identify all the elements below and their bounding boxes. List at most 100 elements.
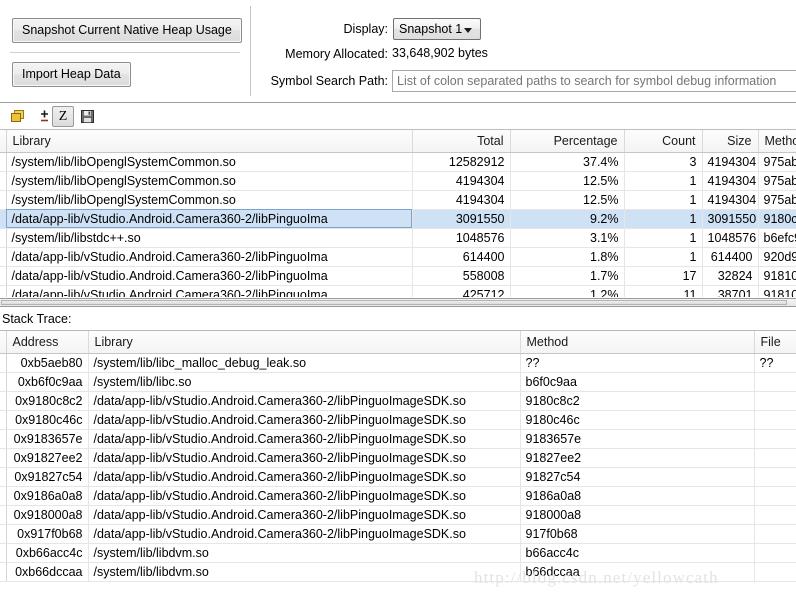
heap-cell-count: 1 [624, 209, 703, 229]
heap-cell-library: /data/app-lib/vStudio.Android.Camera360-… [6, 285, 413, 297]
table-row[interactable]: /data/app-lib/vStudio.Android.Camera360-… [0, 285, 796, 297]
heap-col-total[interactable]: Total [412, 130, 511, 153]
stack-cell-library: /data/app-lib/vStudio.Android.Camera360-… [88, 391, 521, 411]
heap-col-size[interactable]: Size [702, 130, 759, 153]
stack-cell-file [754, 524, 796, 544]
heap-cell-total: 425712 [412, 285, 511, 297]
symbol-search-path-input[interactable] [392, 70, 796, 92]
table-row[interactable]: 0x9180c46c/data/app-lib/vStudio.Android.… [0, 410, 796, 430]
stack-col-address[interactable]: Address [6, 331, 89, 354]
display-label: Display: [343, 22, 388, 36]
copy-icon[interactable] [7, 106, 29, 127]
stack-cell-file [754, 543, 796, 563]
heap-usage-table: Library Total Percentage Count Size Meth… [0, 130, 796, 297]
table-row[interactable]: /system/lib/libOpenglSystemCommon.so 1258… [0, 152, 796, 172]
table-row[interactable]: /data/app-lib/vStudio.Android.Camera360-… [0, 209, 796, 229]
heap-cell-total: 1048576 [412, 228, 511, 248]
stack-cell-library: /data/app-lib/vStudio.Android.Camera360-… [88, 429, 521, 449]
heap-cell-percentage: 12.5% [510, 171, 625, 191]
stack-cell-address: 0x9180c46c [6, 410, 89, 430]
heap-cell-library: /system/lib/libOpenglSystemCommon.so [6, 152, 413, 172]
heap-cell-count: 17 [624, 266, 703, 286]
stack-cell-library: /data/app-lib/vStudio.Android.Camera360-… [88, 467, 521, 487]
stack-cell-file [754, 562, 796, 582]
stack-cell-address: 0xb5aeb80 [6, 353, 89, 373]
table-row[interactable]: 0xb66acc4c/system/lib/libdvm.so b66acc4c [0, 543, 796, 563]
stack-trace-table-container[interactable]: Address Library Method File 0xb5aeb80/sy… [0, 330, 796, 598]
table-row[interactable]: 0x91827ee2/data/app-lib/vStudio.Android.… [0, 448, 796, 468]
stack-cell-address: 0x9186a0a8 [6, 486, 89, 506]
scrollbar-thumb[interactable] [1, 300, 787, 305]
table-row[interactable]: 0x9186a0a8/data/app-lib/vStudio.Android.… [0, 486, 796, 506]
table-row[interactable]: 0x91827c54/data/app-lib/vStudio.Android.… [0, 467, 796, 487]
heap-col-method[interactable]: Method [758, 130, 796, 153]
stack-cell-file [754, 391, 796, 411]
stack-cell-method: b66acc4c [520, 543, 755, 563]
heap-usage-table-container[interactable]: Library Total Percentage Count Size Meth… [0, 130, 796, 298]
table-row[interactable]: 0x918000a8/data/app-lib/vStudio.Android.… [0, 505, 796, 525]
heap-cell-size: 4194304 [702, 171, 759, 191]
heap-cell-percentage: 37.4% [510, 152, 625, 172]
heap-cell-size: 4194304 [702, 190, 759, 210]
table-row[interactable]: 0xb6f0c9aa/system/lib/libc.so b6f0c9aa [0, 372, 796, 392]
table-row[interactable]: 0x9183657e/data/app-lib/vStudio.Android.… [0, 429, 796, 449]
stack-cell-method: b6f0c9aa [520, 372, 755, 392]
heap-cell-library: /data/app-lib/vStudio.Android.Camera360-… [6, 266, 413, 286]
zygote-toggle-icon[interactable]: Z [52, 106, 74, 127]
control-panel: Snapshot Current Native Heap Usage Impor… [0, 0, 796, 103]
heap-cell-percentage: 1.8% [510, 247, 625, 267]
table-row[interactable]: /system/lib/libstdc++.so 1048576 3.1% 1 1048… [0, 228, 796, 248]
table-row[interactable]: 0xb5aeb80/system/lib/libc_malloc_debug_l… [0, 353, 796, 373]
heap-cell-percentage: 3.1% [510, 228, 625, 248]
heap-cell-count: 1 [624, 247, 703, 267]
stack-trace-section-label: Stack Trace: [2, 312, 72, 326]
stack-cell-file [754, 486, 796, 506]
heap-col-percentage[interactable]: Percentage [510, 130, 625, 153]
stack-col-file[interactable]: File [754, 331, 796, 354]
table-row[interactable]: 0x917f0b68/data/app-lib/vStudio.Android.… [0, 524, 796, 544]
save-icon[interactable] [76, 106, 98, 127]
memory-allocated-value: 33,648,902 bytes [392, 46, 488, 60]
heap-cell-size: 4194304 [702, 152, 759, 172]
heap-cell-total: 4194304 [412, 190, 511, 210]
stack-cell-file [754, 410, 796, 430]
heap-col-count[interactable]: Count [624, 130, 703, 153]
stack-cell-method: 91827ee2 [520, 448, 755, 468]
chevron-down-icon [464, 28, 472, 33]
horizontal-scrollbar[interactable] [0, 298, 796, 307]
stack-cell-library: /system/lib/libc_malloc_debug_leak.so [88, 353, 521, 373]
stack-cell-method: 9183657e [520, 429, 755, 449]
stack-cell-file [754, 372, 796, 392]
table-row[interactable]: /system/lib/libOpenglSystemCommon.so 4194… [0, 171, 796, 191]
table-row[interactable]: /system/lib/libOpenglSystemCommon.so 4194… [0, 190, 796, 210]
table-row[interactable]: /data/app-lib/vStudio.Android.Camera360-… [0, 247, 796, 267]
heap-cell-size: 3091550 [702, 209, 759, 229]
stack-cell-address: 0x91827ee2 [6, 448, 89, 468]
stack-cell-file [754, 505, 796, 525]
heap-cell-count: 3 [624, 152, 703, 172]
heap-table-header-row: Library Total Percentage Count Size Meth… [0, 130, 796, 153]
table-row[interactable]: 0xb66dccaa/system/lib/libdvm.so b66dccaa [0, 562, 796, 582]
stack-cell-method: 917f0b68 [520, 524, 755, 544]
heap-cell-size: 32824 [702, 266, 759, 286]
table-row[interactable]: 0x9180c8c2/data/app-lib/vStudio.Android.… [0, 391, 796, 411]
heap-col-library[interactable]: Library [6, 130, 413, 153]
heap-cell-total: 3091550 [412, 209, 511, 229]
table-row[interactable]: /data/app-lib/vStudio.Android.Camera360-… [0, 266, 796, 286]
stack-cell-library: /data/app-lib/vStudio.Android.Camera360-… [88, 448, 521, 468]
heap-cell-method: 9180c8c2 [758, 209, 796, 229]
display-row: Display: Snapshot 1 [0, 18, 796, 40]
stack-cell-address: 0xb6f0c9aa [6, 372, 89, 392]
stack-cell-library: /data/app-lib/vStudio.Android.Camera360-… [88, 524, 521, 544]
stack-cell-address: 0xb66dccaa [6, 562, 89, 582]
stack-cell-address: 0x91827c54 [6, 467, 89, 487]
stack-col-library[interactable]: Library [88, 331, 521, 354]
heap-cell-percentage: 12.5% [510, 190, 625, 210]
display-snapshot-dropdown[interactable]: Snapshot 1 [393, 18, 481, 40]
stack-table-header-row: Address Library Method File [0, 331, 796, 354]
stack-cell-library: /data/app-lib/vStudio.Android.Camera360-… [88, 486, 521, 506]
heap-cell-size: 1048576 [702, 228, 759, 248]
stack-col-method[interactable]: Method [520, 331, 755, 354]
memory-allocated-label: Memory Allocated: [285, 47, 388, 61]
heap-cell-method: 975ab870 [758, 190, 796, 210]
